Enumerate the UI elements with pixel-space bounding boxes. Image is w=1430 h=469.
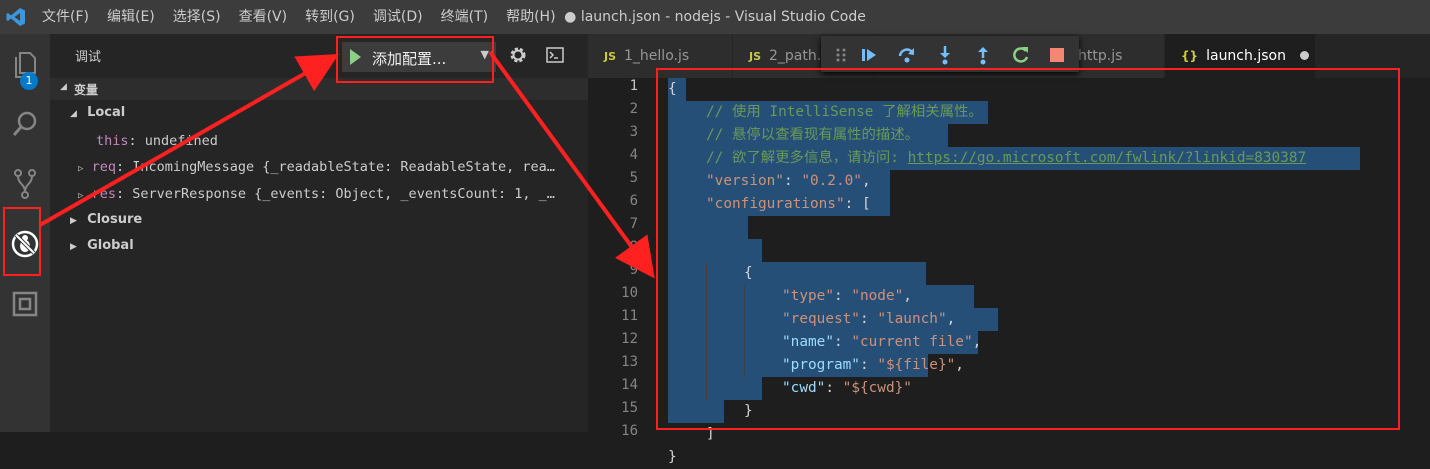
annotation-arrows	[39, 50, 655, 279]
code-line-16: }	[668, 449, 677, 465]
arrow-to-editor	[488, 50, 655, 279]
arrow-to-config	[39, 54, 339, 227]
